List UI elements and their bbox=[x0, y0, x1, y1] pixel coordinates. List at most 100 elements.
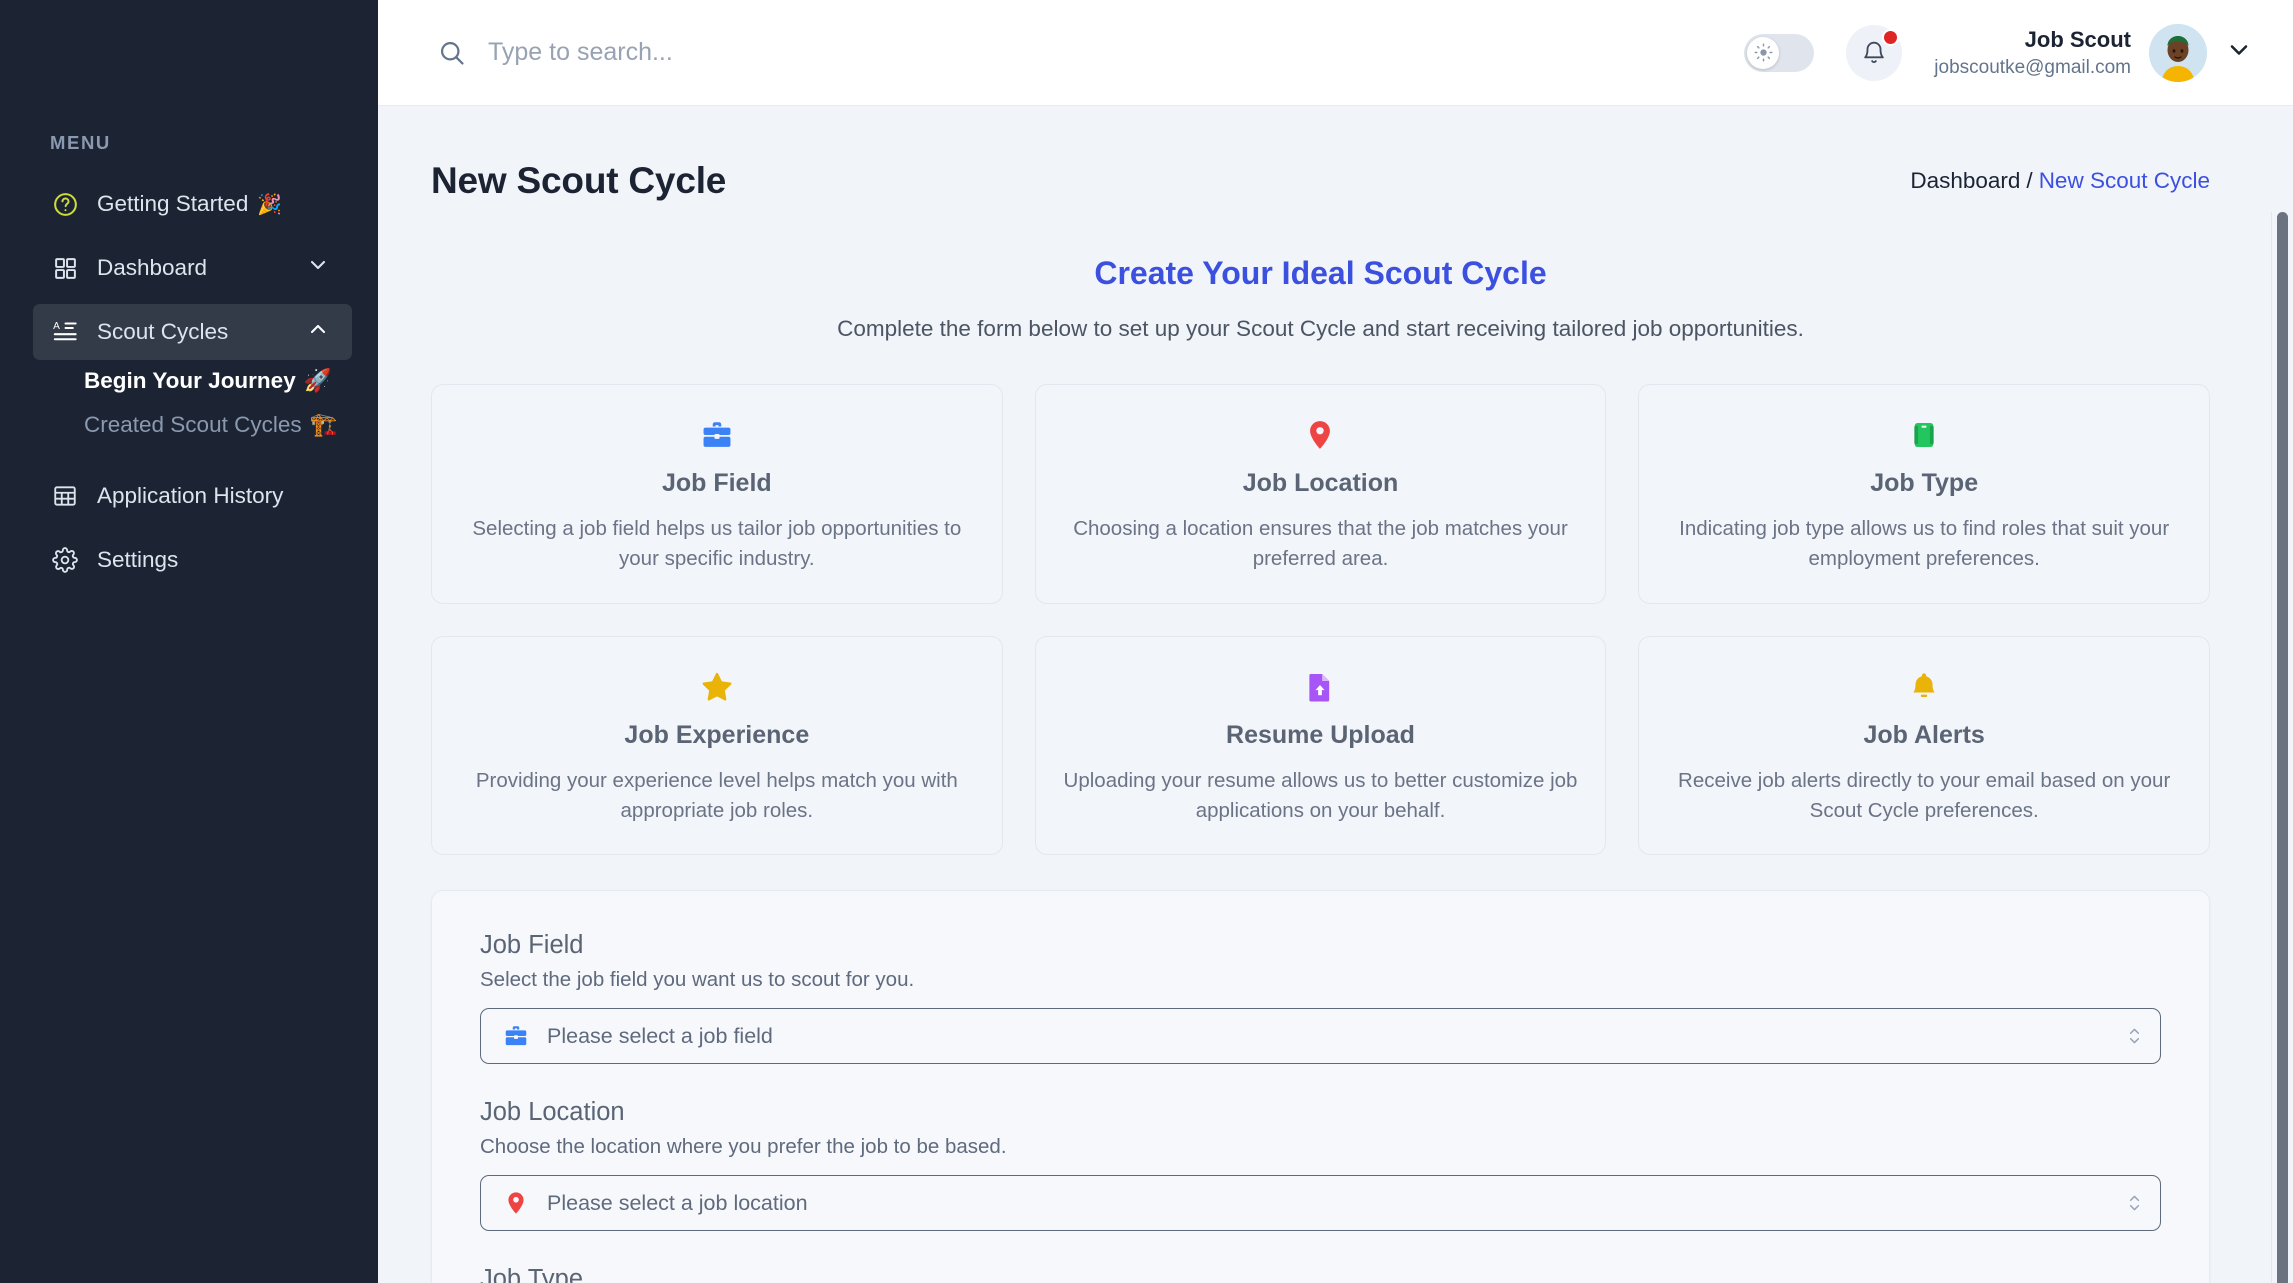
page-scrollbar[interactable] bbox=[2271, 212, 2293, 1283]
sidebar-item-label: Application History bbox=[97, 483, 284, 508]
breadcrumb-separator: / bbox=[2026, 168, 2033, 193]
gear-icon bbox=[50, 545, 80, 575]
select-chevrons-icon[interactable] bbox=[2127, 1025, 2142, 1047]
info-card-description: Indicating job type allows us to find ro… bbox=[1679, 517, 2170, 571]
user-menu[interactable]: Job Scout jobscoutke@gmail.com bbox=[1934, 23, 2253, 82]
job-field-select[interactable]: Please select a job field bbox=[480, 1008, 2161, 1065]
info-card-job-field: Job Field Selecting a job field helps us… bbox=[431, 384, 1003, 604]
scout-cycle-form: Job Field Select the job field you want … bbox=[431, 890, 2210, 1283]
top-bar: Job Scout jobscoutke@gmail.com bbox=[378, 0, 2293, 106]
info-card-title: Job Field bbox=[661, 469, 772, 497]
info-card-title: Job Type bbox=[1870, 469, 1979, 497]
info-card-description: Providing your experience level helps ma… bbox=[475, 768, 958, 822]
search-bar bbox=[438, 38, 1744, 67]
sidebar-item-application-history[interactable]: Application History bbox=[33, 468, 352, 524]
info-card-job-location: Job Location Choosing a location ensures… bbox=[1034, 384, 1607, 604]
form-field-job-type: Job Type Select the type of job you are … bbox=[480, 1265, 2161, 1283]
info-card-job-alerts: Job Alerts Receive job alerts directly t… bbox=[1638, 635, 2210, 856]
sidebar-item-settings[interactable]: Settings bbox=[33, 532, 352, 588]
job-field-select-value: Please select a job field bbox=[547, 1023, 773, 1048]
notifications-button[interactable] bbox=[1846, 24, 1903, 81]
map-pin-icon bbox=[1062, 415, 1580, 455]
sidebar-subitem-begin-your-journey[interactable]: Begin Your Journey 🚀 bbox=[84, 368, 378, 394]
breadcrumb-dashboard[interactable]: Dashboard bbox=[1910, 168, 2020, 193]
sidebar-item-dashboard[interactable]: Dashboard bbox=[33, 240, 352, 296]
question-circle-icon bbox=[50, 189, 80, 219]
field-hint: Choose the location where you prefer the… bbox=[480, 1135, 1007, 1159]
user-email: jobscoutke@gmail.com bbox=[1934, 56, 2131, 78]
sidebar-item-label: Settings bbox=[97, 547, 179, 572]
sidebar-submenu-scout-cycles: Begin Your Journey 🚀 Created Scout Cycles… bbox=[0, 368, 378, 438]
notification-badge bbox=[1882, 28, 1900, 46]
info-cards-grid: Job Field Selecting a job field helps us… bbox=[431, 384, 2210, 856]
theme-toggle[interactable] bbox=[1744, 33, 1815, 72]
page-title: New Scout Cycle bbox=[431, 160, 727, 201]
select-chevrons-icon[interactable] bbox=[2127, 1192, 2142, 1214]
star-icon bbox=[458, 667, 976, 707]
info-card-description: Choosing a location ensures that the job… bbox=[1073, 517, 1568, 571]
list-format-icon: A bbox=[50, 317, 80, 347]
sidebar-subitem-created-scout-cycles[interactable]: Created Scout Cycles 🏗️ bbox=[84, 412, 378, 438]
sidebar-item-label: Getting Started bbox=[97, 191, 249, 216]
construction-worker-emoji: 🏗️ bbox=[309, 412, 338, 437]
info-card-description: Uploading your resume allows us to bette… bbox=[1063, 768, 1578, 822]
briefcase-icon bbox=[458, 415, 976, 455]
file-upload-icon bbox=[1062, 667, 1580, 707]
info-card-description: Receive job alerts directly to your emai… bbox=[1678, 768, 2171, 822]
rocket-emoji: 🚀 bbox=[303, 368, 332, 393]
field-label: Job Location bbox=[480, 1098, 625, 1127]
form-field-job-field: Job Field Select the job field you want … bbox=[480, 931, 2161, 1065]
avatar bbox=[2149, 23, 2207, 82]
hero-section: Create Your Ideal Scout Cycle Complete t… bbox=[431, 255, 2210, 342]
briefcase-icon bbox=[501, 1023, 531, 1049]
grid-icon bbox=[50, 253, 80, 283]
info-card-job-experience: Job Experience Providing your experience… bbox=[431, 635, 1003, 856]
bell-icon bbox=[1665, 667, 2183, 707]
scrollbar-thumb[interactable] bbox=[2277, 212, 2288, 1283]
field-hint: Select the job field you want us to scou… bbox=[480, 968, 915, 992]
content-scroll-area: New Scout Cycle Dashboard / New Scout Cycl… bbox=[378, 106, 2293, 1283]
form-field-job-location: Job Location Choose the location where y… bbox=[480, 1098, 2161, 1232]
chevron-down-icon[interactable] bbox=[306, 253, 330, 283]
info-card-title: Job Experience bbox=[624, 720, 810, 749]
job-location-select-value: Please select a job location bbox=[547, 1190, 808, 1215]
info-card-title: Job Location bbox=[1242, 469, 1399, 497]
sidebar-item-label: Dashboard bbox=[97, 255, 208, 280]
main-area: Job Scout jobscoutke@gmail.com bbox=[378, 0, 2293, 1283]
user-name: Job Scout bbox=[2024, 26, 2131, 52]
user-info: Job Scout jobscoutke@gmail.com bbox=[1934, 25, 2131, 80]
breadcrumb-current[interactable]: New Scout Cycle bbox=[2039, 168, 2210, 193]
field-label: Job Type bbox=[480, 1265, 584, 1283]
app-root: MENU Getting Started 🎉 Dashboard A Scout… bbox=[0, 0, 2293, 1283]
field-label: Job Field bbox=[480, 931, 584, 960]
hero-title: Create Your Ideal Scout Cycle bbox=[1094, 255, 1547, 291]
info-card-title: Job Alerts bbox=[1863, 720, 1985, 749]
sidebar: MENU Getting Started 🎉 Dashboard A Scout… bbox=[0, 0, 378, 1283]
sidebar-subitem-label: Created Scout Cycles bbox=[84, 412, 302, 437]
hero-subtitle: Complete the form below to set up your S… bbox=[837, 316, 1804, 341]
content-inner: New Scout Cycle Dashboard / New Scout Cycl… bbox=[378, 106, 2253, 1283]
breadcrumb: Dashboard / New Scout Cycle bbox=[1910, 168, 2210, 194]
job-location-select[interactable]: Please select a job location bbox=[480, 1175, 2161, 1232]
chevron-up-icon[interactable] bbox=[306, 317, 330, 347]
sidebar-item-label: Scout Cycles bbox=[97, 319, 229, 344]
info-card-job-type: Job Type Indicating job type allows us t… bbox=[1638, 384, 2210, 604]
sidebar-section-label: MENU bbox=[50, 132, 111, 153]
sun-icon bbox=[1747, 36, 1780, 69]
svg-text:A: A bbox=[53, 321, 60, 332]
party-popper-emoji: 🎉 bbox=[257, 193, 283, 216]
table-icon bbox=[50, 481, 80, 511]
info-card-title: Resume Upload bbox=[1226, 720, 1415, 749]
suitcase-icon bbox=[1665, 415, 2183, 455]
sidebar-item-scout-cycles[interactable]: A Scout Cycles bbox=[33, 304, 352, 360]
info-card-description: Selecting a job field helps us tailor jo… bbox=[472, 517, 962, 571]
sidebar-subitem-label: Begin Your Journey bbox=[84, 368, 296, 393]
sidebar-item-getting-started[interactable]: Getting Started 🎉 bbox=[33, 176, 352, 232]
map-pin-icon bbox=[501, 1190, 531, 1216]
page-header: New Scout Cycle Dashboard / New Scout Cycl… bbox=[431, 160, 2210, 202]
search-input[interactable] bbox=[488, 38, 1008, 67]
search-icon[interactable] bbox=[438, 39, 466, 67]
info-card-resume-upload: Resume Upload Uploading your resume allo… bbox=[1034, 635, 1607, 856]
topbar-actions: Job Scout jobscoutke@gmail.com bbox=[1744, 23, 2253, 82]
chevron-down-icon[interactable] bbox=[2225, 36, 2253, 69]
